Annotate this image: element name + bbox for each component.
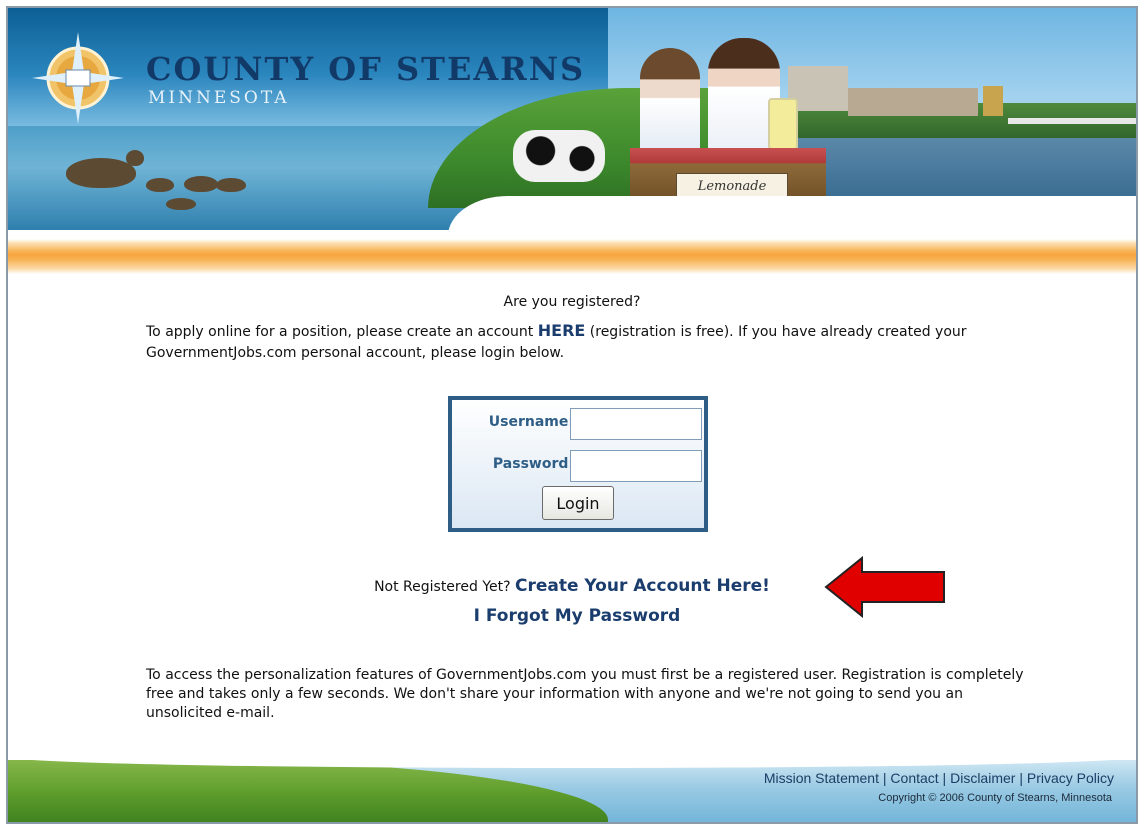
mission-statement-link[interactable]: Mission Statement xyxy=(764,770,879,786)
password-input[interactable] xyxy=(570,450,702,482)
contact-link[interactable]: Contact xyxy=(890,770,938,786)
child-image xyxy=(640,48,700,158)
lemonade-jug-image xyxy=(768,98,798,150)
compass-logo-icon xyxy=(32,32,124,124)
disclaimer-link[interactable]: Disclaimer xyxy=(950,770,1015,786)
site-title: COUNTY OF STEARNS xyxy=(146,50,586,88)
orange-divider-bar xyxy=(8,230,1136,280)
footer: Mission Statement | Contact | Disclaimer… xyxy=(8,760,1136,822)
footer-grass-image xyxy=(8,760,608,822)
password-row: Password: xyxy=(452,450,704,482)
ducks-image xyxy=(66,148,256,218)
not-registered-line: Not Registered Yet? Create Your Account … xyxy=(374,576,770,596)
site-subtitle: MINNESOTA xyxy=(148,88,290,108)
create-account-link[interactable]: Create Your Account Here! xyxy=(515,576,770,596)
cow-image xyxy=(513,130,605,182)
login-form: Username: Password: Login xyxy=(448,396,708,532)
forgot-password-link[interactable]: I Forgot My Password xyxy=(474,606,681,626)
footer-links: Mission Statement | Contact | Disclaimer… xyxy=(763,770,1114,786)
forgot-password-line: I Forgot My Password xyxy=(8,606,1136,626)
header-banner: Lemonade COUNTY OF STEARNS MINNESOTA xyxy=(8,8,1136,230)
intro-text: To apply online for a position, please c… xyxy=(146,321,967,361)
registered-question: Are you registered? xyxy=(503,294,641,310)
username-input[interactable] xyxy=(570,408,702,440)
copyright-text: Copyright © 2006 County of Stearns, Minn… xyxy=(878,792,1112,804)
privacy-policy-link[interactable]: Privacy Policy xyxy=(1027,770,1114,786)
username-label: Username: xyxy=(488,414,574,430)
page-frame: Lemonade COUNTY OF STEARNS MINNESOTA Are… xyxy=(6,6,1138,824)
username-row: Username: xyxy=(452,408,704,440)
password-label: Password: xyxy=(492,456,574,472)
privacy-notice-text: To access the personalization features o… xyxy=(146,667,1024,721)
here-link[interactable]: HERE xyxy=(538,321,586,340)
login-button[interactable]: Login xyxy=(542,486,614,520)
